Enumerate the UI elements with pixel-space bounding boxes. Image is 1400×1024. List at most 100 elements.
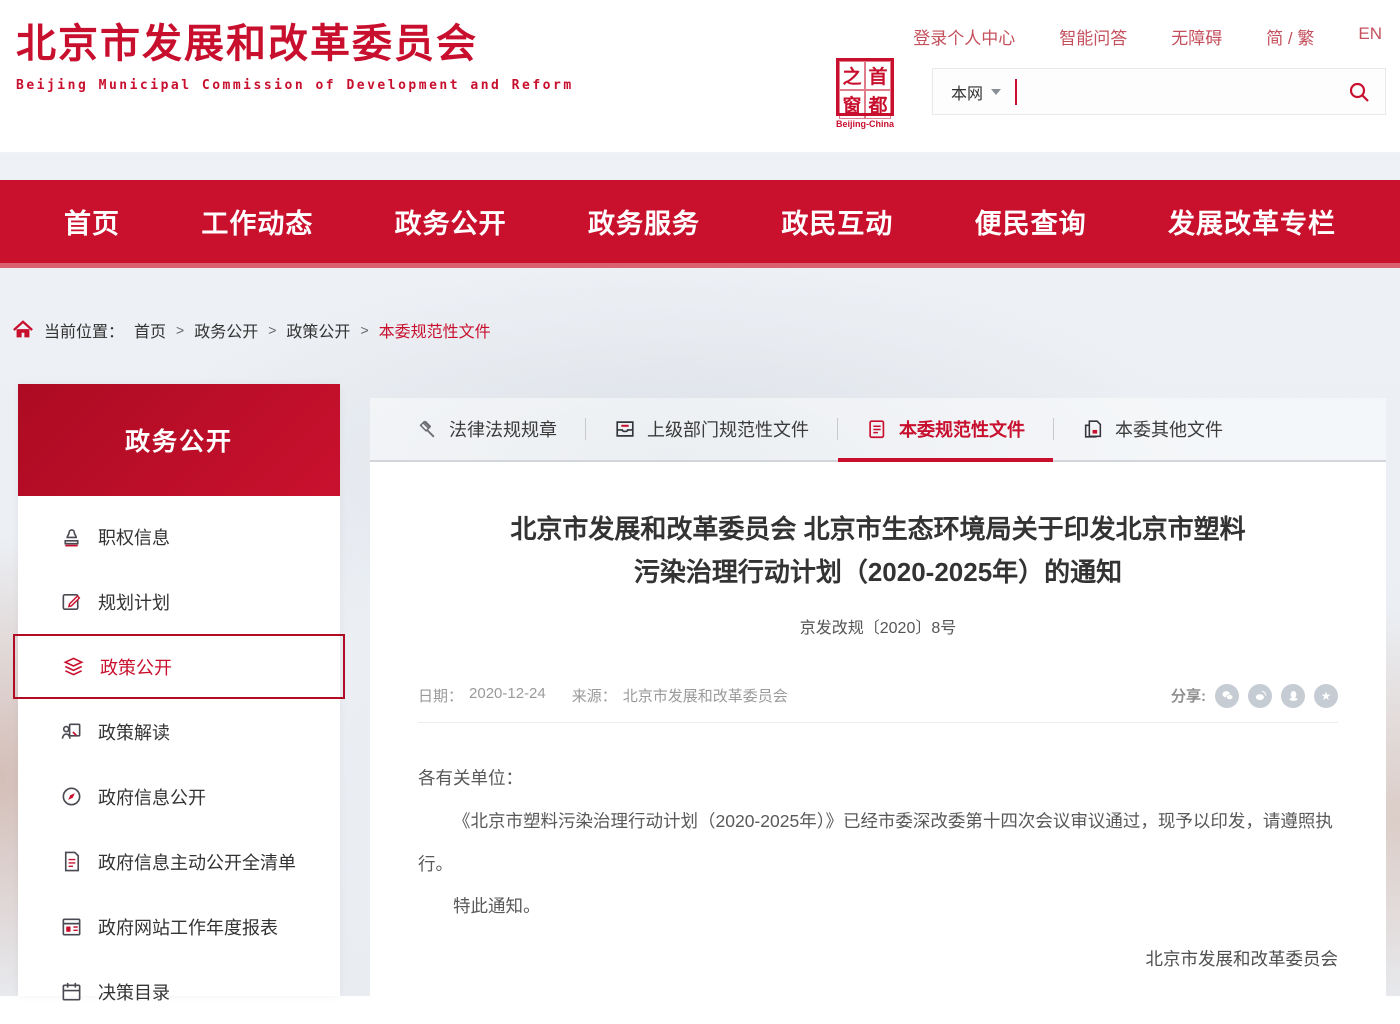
- sidebar-item-label: 政策解读: [98, 719, 170, 745]
- share-icons: ★: [1215, 684, 1338, 708]
- sidebar-item-label: 政策公开: [100, 654, 172, 680]
- meta-row: 日期： 2020-12-24 来源： 北京市发展和改革委员会 分享: ★: [418, 684, 1338, 723]
- source-value: 北京市发展和改革委员会: [623, 685, 788, 706]
- tab-strip: 法律法规规章 上级部门规范性文件 本委规范性文件 本委其他文件: [370, 398, 1386, 462]
- sidebar-item-5[interactable]: 政府信息主动公开全清单: [18, 829, 340, 894]
- nav-item-3[interactable]: 政务服务: [588, 202, 700, 241]
- date-value: 2020-12-24: [469, 685, 546, 706]
- tab-label: 本委规范性文件: [899, 416, 1025, 442]
- share-qq-icon[interactable]: [1281, 684, 1305, 708]
- seal-grid: 之首窗都: [836, 58, 894, 116]
- signature: 北京市发展和改革委员会: [418, 938, 1338, 981]
- main-nav: 首页 工作动态 政务公开 政务服务 政民互动 便民查询 发展改革专栏: [0, 180, 1400, 268]
- search-scope-dropdown[interactable]: 本网: [933, 80, 1015, 104]
- meta-left: 日期： 2020-12-24 来源： 北京市发展和改革委员会: [418, 685, 788, 706]
- sidebar: 政务公开 职权信息规划计划政策公开政策解读政府信息公开政府信息主动公开全清单政府…: [18, 384, 340, 996]
- nav-item-1[interactable]: 工作动态: [201, 202, 313, 241]
- sidebar-item-label: 职权信息: [98, 524, 170, 550]
- nav-item-5[interactable]: 便民查询: [975, 202, 1087, 241]
- top-link-4[interactable]: EN: [1358, 24, 1382, 49]
- nav-item-4[interactable]: 政民互动: [781, 202, 893, 241]
- tray-icon: [614, 418, 636, 440]
- report-icon: [60, 915, 83, 938]
- content-area: 法律法规规章 上级部门规范性文件 本委规范性文件 本委其他文件 北京市发展和改革委员会…: [370, 398, 1386, 996]
- breadcrumb-separator: >: [268, 322, 276, 338]
- top-link-0[interactable]: 登录个人中心: [913, 24, 1015, 49]
- nav-item-6[interactable]: 发展改革专栏: [1168, 202, 1336, 241]
- sidebar-item-4[interactable]: 政府信息公开: [18, 764, 340, 829]
- sidebar-title: 政务公开: [125, 422, 233, 458]
- stamp-icon: [60, 525, 83, 548]
- sidebar-item-6[interactable]: 政府网站工作年度报表: [18, 894, 340, 959]
- chevron-down-icon: [991, 89, 1001, 95]
- search-scope-label: 本网: [951, 80, 983, 104]
- site-logo[interactable]: 北京市发展和改革委员会 Beijing Municipal Commission…: [16, 20, 574, 93]
- breadcrumb-link[interactable]: 首页: [134, 318, 166, 342]
- sidebar-item-label: 决策目录: [98, 979, 170, 1005]
- top-link-1[interactable]: 智能问答: [1059, 24, 1127, 49]
- tab-label: 法律法规规章: [449, 416, 557, 442]
- tab-label: 上级部门规范性文件: [647, 416, 809, 442]
- share-bar: 分享: ★: [1171, 684, 1338, 708]
- tab-1[interactable]: 上级部门规范性文件: [586, 398, 837, 460]
- breadcrumb-separator: >: [176, 322, 184, 338]
- sidebar-item-1[interactable]: 规划计划: [18, 569, 340, 634]
- article-body: 各有关单位： 《北京市塑料污染治理行动计划（2020-2025年）》已经市委深改…: [418, 757, 1338, 981]
- share-wechat-icon[interactable]: [1215, 684, 1239, 708]
- site-title: 北京市发展和改革委员会: [16, 20, 574, 68]
- layers-icon: [62, 655, 85, 678]
- top-link-2[interactable]: 无障碍: [1171, 24, 1222, 49]
- sidebar-item-7[interactable]: 决策目录: [18, 959, 340, 1024]
- search-icon: [1347, 80, 1371, 104]
- breadcrumb: 当前位置： 首页 > 政务公开 > 政策公开 > 本委规范性文件: [12, 318, 491, 342]
- breadcrumb-label: 当前位置：: [44, 318, 124, 342]
- share-weibo-icon[interactable]: [1248, 684, 1272, 708]
- nav-item-0[interactable]: 首页: [64, 202, 120, 241]
- compass-icon: [60, 785, 83, 808]
- salutation: 各有关单位：: [418, 757, 1338, 800]
- seal-char-2: 窗: [839, 90, 865, 119]
- search-input[interactable]: [1017, 69, 1333, 114]
- seal-char-0: 之: [839, 61, 865, 90]
- breadcrumb-link[interactable]: 政策公开: [286, 318, 350, 342]
- sidebar-item-3[interactable]: 政策解读: [18, 699, 340, 764]
- breadcrumb-link[interactable]: 政务公开: [194, 318, 258, 342]
- sidebar-item-label: 政府信息公开: [98, 784, 206, 810]
- calendar-icon: [60, 980, 83, 1003]
- topbar-links: 登录个人中心 智能问答 无障碍 简 / 繁 EN: [913, 24, 1382, 49]
- doc-number: 京发改规〔2020〕8号: [418, 614, 1338, 638]
- paragraph-2: 特此通知。: [418, 885, 1338, 928]
- sidebar-item-label: 政府网站工作年度报表: [98, 914, 278, 940]
- capital-window-seal[interactable]: 之首窗都 Beijing-China: [832, 58, 898, 129]
- search-button[interactable]: [1333, 69, 1385, 114]
- home-icon[interactable]: [12, 319, 34, 341]
- breadcrumb-separator: >: [360, 322, 368, 338]
- article-title-line2: 污染治理行动计划（2020-2025年）的通知: [418, 551, 1338, 594]
- share-label: 分享:: [1171, 685, 1206, 706]
- document-icon: [60, 850, 83, 873]
- source-label: 来源：: [572, 685, 617, 706]
- tab-2[interactable]: 本委规范性文件: [838, 398, 1053, 460]
- seal-caption: Beijing-China: [832, 119, 898, 129]
- tab-3[interactable]: 本委其他文件: [1054, 398, 1251, 460]
- sidebar-item-label: 规划计划: [98, 589, 170, 615]
- date-label: 日期：: [418, 685, 463, 706]
- paragraph-1: 《北京市塑料污染治理行动计划（2020-2025年）》已经市委深改委第十四次会议…: [418, 800, 1338, 886]
- person-chat-icon: [60, 720, 83, 743]
- sidebar-item-label: 政府信息主动公开全清单: [98, 849, 296, 875]
- tab-0[interactable]: 法律法规规章: [388, 398, 585, 460]
- sidebar-item-0[interactable]: 职权信息: [18, 504, 340, 569]
- seal-char-3: 都: [865, 90, 891, 119]
- article-panel: 北京市发展和改革委员会 北京市生态环境局关于印发北京市塑料 污染治理行动计划（2…: [370, 462, 1386, 996]
- share-star-icon[interactable]: ★: [1314, 684, 1338, 708]
- pages-icon: [1082, 418, 1104, 440]
- top-link-3[interactable]: 简 / 繁: [1266, 24, 1314, 49]
- search-bar: 本网: [932, 68, 1386, 115]
- sidebar-list: 职权信息规划计划政策公开政策解读政府信息公开政府信息主动公开全清单政府网站工作年…: [18, 496, 340, 1024]
- breadcrumb-current: 本委规范性文件: [379, 318, 491, 342]
- sidebar-item-2[interactable]: 政策公开: [13, 634, 345, 699]
- doclines-icon: [866, 418, 888, 440]
- article-title-line1: 北京市发展和改革委员会 北京市生态环境局关于印发北京市塑料: [418, 508, 1338, 551]
- tab-label: 本委其他文件: [1115, 416, 1223, 442]
- nav-item-2[interactable]: 政务公开: [395, 202, 507, 241]
